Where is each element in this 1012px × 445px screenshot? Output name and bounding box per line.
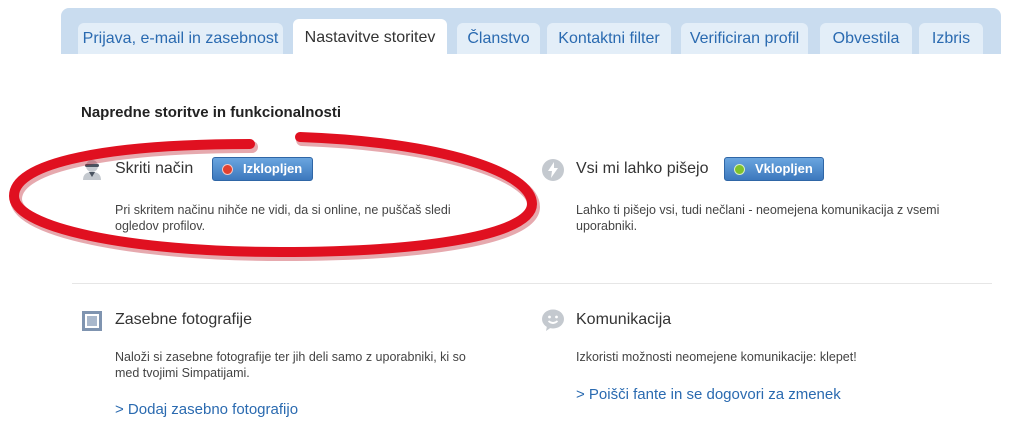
tab-contact-filter[interactable]: Kontaktni filter <box>547 23 671 54</box>
hidden-mode-title: Skriti način <box>115 160 194 177</box>
tab-verified-profile[interactable]: Verificiran profil <box>681 23 808 54</box>
anyone-write-toggle-label: Vklopljen <box>755 161 813 176</box>
section-divider <box>72 283 992 284</box>
hidden-mode-desc-line2: ogledov profilov. <box>115 219 206 233</box>
off-status-dot <box>222 164 233 175</box>
anyone-write-toggle[interactable]: Vklopljen <box>724 157 824 181</box>
anyone-write-desc-line1: Lahko ti pišejo vsi, tudi nečlani - neom… <box>576 203 940 217</box>
hidden-mode-description: Pri skritem načinu nihče ne vidi, da si … <box>115 202 515 234</box>
section-title: Napredne storitve in funkcionalnosti <box>81 104 342 121</box>
tab-service-settings[interactable]: Nastavitve storitev <box>293 19 447 54</box>
smiley-chat-icon <box>541 308 565 332</box>
hidden-mode-desc-line1: Pri skritem načinu nihče ne vidi, da si … <box>115 203 451 217</box>
tab-login-email-privacy[interactable]: Prijava, e-mail in zasebnost <box>78 23 283 54</box>
tab-delete[interactable]: Izbris <box>919 23 983 54</box>
incognito-icon <box>80 157 104 181</box>
hidden-mode-toggle-label: Izklopljen <box>243 161 303 176</box>
on-status-dot <box>734 164 745 175</box>
hidden-mode-toggle[interactable]: Izklopljen <box>212 157 314 181</box>
private-photos-desc-line1: Naloži si zasebne fotografije ter jih de… <box>115 350 466 364</box>
anyone-write-description: Lahko ti pišejo vsi, tudi nečlani - neom… <box>576 202 986 234</box>
tab-membership[interactable]: Članstvo <box>457 23 540 54</box>
communication-desc-line1: Izkoristi možnosti neomejene komunikacij… <box>576 350 857 364</box>
photo-frame-icon <box>80 309 104 333</box>
communication-title: Komunikacija <box>576 311 672 328</box>
anyone-write-desc-line2: uporabniki. <box>576 219 638 233</box>
tab-notifications[interactable]: Obvestila <box>820 23 912 54</box>
anyone-write-title: Vsi mi lahko pišejo <box>576 160 709 177</box>
lightning-icon <box>541 158 565 182</box>
find-guys-link[interactable]: > Poišči fante in se dogovori za zmenek <box>576 386 841 403</box>
private-photos-desc-line2: med tvojimi Simpatijami. <box>115 366 250 380</box>
add-private-photo-link[interactable]: > Dodaj zasebno fotografijo <box>115 401 298 418</box>
communication-description: Izkoristi možnosti neomejene komunikacij… <box>576 349 986 365</box>
private-photos-title: Zasebne fotografije <box>115 311 252 328</box>
private-photos-description: Naloži si zasebne fotografije ter jih de… <box>115 349 525 381</box>
settings-tab-bar: Prijava, e-mail in zasebnost Nastavitve … <box>61 8 1001 54</box>
